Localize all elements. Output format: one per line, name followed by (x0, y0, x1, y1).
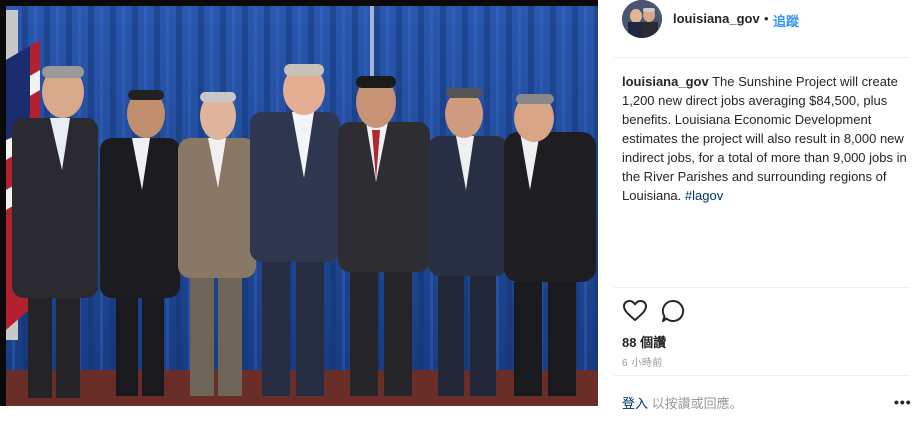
comment-prompt-text: 以按讚或回應。 (651, 396, 743, 411)
actions-divider (614, 287, 910, 288)
separator-dot: • (764, 11, 769, 26)
caption-username[interactable]: louisiana_gov (622, 74, 709, 89)
post-caption: louisiana_gov The Sunshine Project will … (622, 72, 912, 205)
post-header: louisiana_gov • 追蹤 (598, 0, 915, 38)
likes-count[interactable]: 88 個讚 (622, 332, 666, 351)
avatar-image (622, 0, 662, 38)
login-link[interactable]: 登入 (622, 396, 648, 411)
post-username[interactable]: louisiana_gov (673, 11, 760, 26)
post-photo[interactable] (0, 0, 598, 406)
heart-icon[interactable] (622, 298, 648, 324)
caption-text: The Sunshine Project will create 1,200 n… (622, 74, 907, 203)
follow-button[interactable]: 追蹤 (773, 11, 799, 30)
comment-divider (614, 375, 910, 376)
group-photo-image (0, 0, 598, 406)
more-options-icon[interactable]: ••• (894, 394, 912, 410)
comment-icon[interactable] (660, 298, 686, 324)
comment-prompt-row: 登入 以按讚或回應。 (622, 393, 743, 412)
post-side-panel: louisiana_gov • 追蹤 louisiana_gov The Sun… (598, 0, 915, 421)
header-divider (614, 57, 910, 58)
avatar[interactable] (622, 0, 662, 38)
caption-hashtag[interactable]: #lagov (685, 188, 723, 203)
photo-bottom-margin (0, 406, 598, 421)
post-timestamp: 6 小時前 (622, 358, 663, 369)
